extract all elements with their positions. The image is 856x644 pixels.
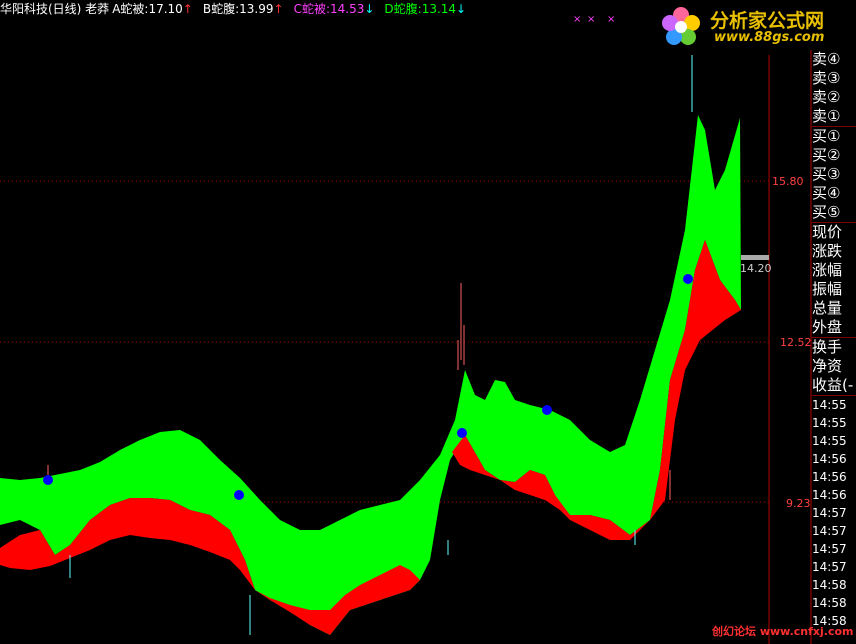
sidebar-item-earnings: 收益(-: [812, 376, 854, 394]
svg-text:×: ×: [607, 14, 615, 25]
tick-time: 14:55: [812, 434, 847, 448]
sidebar-item-buy2: 买②: [812, 146, 841, 164]
tick-time: 14:58: [812, 578, 847, 592]
sidebar-item-turnover: 换手: [812, 338, 843, 356]
tick-time: 14:57: [812, 524, 847, 538]
c-arrow-icon: ↓: [364, 2, 375, 16]
tick-time: 14:57: [812, 542, 847, 556]
sidebar-item-buy3: 买③: [812, 165, 841, 183]
sidebar-item-sell3: 卖③: [812, 69, 841, 87]
signal-marker: [683, 274, 693, 284]
axis-tick-2: 12.52: [780, 336, 812, 349]
last-price-label: 14.20: [740, 262, 772, 275]
svg-text:×: ×: [573, 14, 581, 25]
b-arrow-icon: ↑: [273, 2, 284, 16]
axis-tick-3: 9.23: [786, 497, 811, 510]
tick-time: 14:56: [812, 452, 847, 466]
sidebar-item-change-pct: 涨幅: [812, 261, 843, 279]
signal-marker: [542, 405, 552, 415]
sidebar-item-volume: 总量: [812, 299, 843, 317]
signal-marker: [234, 490, 244, 500]
sidebar-item-buy4: 买④: [812, 184, 841, 202]
tick-time: 14:55: [812, 416, 847, 430]
sidebar-item-amplitude: 振幅: [812, 280, 843, 298]
upper-band-area: [0, 115, 741, 635]
sidebar-item-sell2: 卖②: [812, 88, 841, 106]
sidebar-item-change: 涨跌: [812, 242, 843, 260]
axis-tick-1: 15.80: [772, 175, 804, 188]
a-value: A蛇被:17.10: [112, 2, 183, 16]
logo-title: 分析家公式网: [710, 10, 825, 32]
tick-time: 14:56: [812, 470, 847, 484]
c-value: C蛇被:14.53: [293, 2, 365, 16]
a-arrow-icon: ↑: [182, 2, 193, 16]
sidebar-item-sell1: 卖①: [812, 107, 841, 125]
quote-sidebar: 卖④ 卖③ 卖② 卖① 买① 买② 买③ 买④ 买⑤ 现价 涨跌 涨幅 振幅 总…: [812, 50, 856, 630]
stock-title: 华阳科技(日线) 老莽: [0, 2, 110, 16]
d-arrow-icon: ↓: [456, 2, 467, 16]
signal-marker: [43, 475, 53, 485]
tick-time: 14:55: [812, 398, 847, 412]
sidebar-item-buy1: 买①: [812, 127, 841, 145]
tick-time: 14:57: [812, 506, 847, 520]
sidebar-item-buy5: 买⑤: [812, 203, 841, 221]
sidebar-item-sell4: 卖④: [812, 50, 841, 68]
d-value: D蛇腹:13.14: [384, 2, 457, 16]
tick-time: 14:58: [812, 596, 847, 610]
indicator-header: 华阳科技(日线) 老莽 A蛇被:17.10 ↑ B蛇腹:13.99 ↑ C蛇被:…: [0, 1, 466, 17]
sidebar-item-net-assets: 净资: [812, 357, 843, 375]
footer-watermark: 创幻论坛 www.cnfxj.com: [712, 625, 854, 638]
tick-time: 14:56: [812, 488, 847, 502]
last-price-marker: [741, 255, 769, 260]
svg-text:×: ×: [587, 14, 595, 25]
sidebar-item-price: 现价: [812, 223, 843, 241]
logo-url: www.88gs.com: [714, 30, 825, 45]
signal-marker: [457, 428, 467, 438]
tick-time: 14:57: [812, 560, 847, 574]
top-markers: × × ×: [573, 14, 615, 25]
sidebar-item-outer: 外盘: [812, 318, 843, 336]
b-value: B蛇腹:13.99: [202, 2, 274, 16]
snake-chart[interactable]: × × ×: [0, 0, 856, 644]
logo-flower-icon: [662, 7, 700, 45]
